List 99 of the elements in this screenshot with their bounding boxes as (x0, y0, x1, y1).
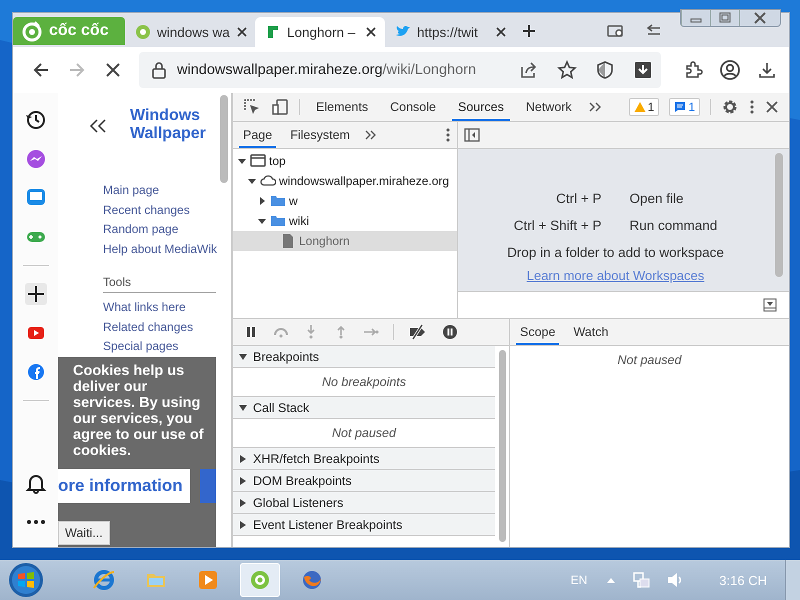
messenger-icon[interactable] (24, 148, 46, 170)
share-icon[interactable] (519, 60, 539, 80)
pane-header[interactable]: Call Stack (233, 397, 495, 419)
nav-link[interactable]: Random page (103, 220, 231, 240)
expand-arrow-icon (239, 498, 247, 506)
tree-item[interactable]: w (233, 191, 457, 211)
download-icon[interactable] (757, 60, 777, 80)
drawer-icon[interactable] (763, 298, 777, 312)
browser-icon (92, 568, 116, 592)
tree-item[interactable]: top (233, 151, 457, 171)
tab-title: Longhorn – (287, 24, 356, 40)
nav-link[interactable]: Help about MediaWik (103, 240, 231, 260)
navigator-tab[interactable]: Filesystem (286, 122, 354, 148)
warning-icon (634, 101, 646, 113)
close-icon[interactable] (495, 26, 507, 38)
site-title[interactable]: Windows (130, 107, 206, 125)
file-icon (280, 233, 296, 249)
site-title[interactable]: Wallpaper (130, 125, 206, 143)
devtools-tab[interactable]: Console (384, 93, 442, 121)
address-field[interactable]: windowswallpaper.miraheze.org/wiki/Longhorn (139, 52, 661, 88)
messages-badge[interactable]: 1 (669, 98, 700, 116)
more-tabs-icon[interactable] (588, 100, 602, 114)
folder-icon (270, 213, 286, 229)
devtools-tab[interactable]: Elements (310, 93, 374, 121)
expand-arrow-icon[interactable] (257, 196, 267, 206)
more-tabs-icon[interactable] (364, 129, 376, 141)
tab-title: https://twit (417, 24, 479, 40)
device-icon[interactable] (271, 98, 289, 116)
kebab-menu-icon[interactable] (445, 127, 451, 143)
download-icon[interactable] (633, 60, 653, 80)
close-icon[interactable] (236, 26, 248, 38)
tree-item[interactable]: wiki (233, 211, 457, 231)
collapse-arrow-icon (239, 352, 247, 360)
message-icon (674, 101, 686, 113)
browser-tab[interactable]: windows wa (125, 17, 255, 47)
flag-icon (265, 24, 281, 40)
shortcut-action: Open file (630, 191, 685, 206)
pane-header[interactable]: XHR/fetch Breakpoints (233, 448, 495, 470)
tool-link[interactable]: Related changes (103, 318, 231, 338)
bell-icon[interactable] (24, 472, 46, 494)
media-player-icon (196, 568, 220, 592)
sidebar-tab[interactable]: Watch (569, 319, 612, 345)
collapse-icon[interactable] (88, 117, 108, 135)
devtools-tab[interactable]: Network (520, 93, 578, 121)
tool-link[interactable]: What links here (103, 298, 231, 318)
show-navigator-icon[interactable] (464, 127, 480, 143)
pause-exceptions-icon[interactable] (442, 324, 458, 340)
lock-icon (151, 61, 167, 79)
navigator-tab[interactable]: Page (239, 122, 276, 148)
deactivate-breakpoints-icon[interactable] (408, 324, 428, 340)
browser-icon (300, 568, 324, 592)
nav-link[interactable]: Main page (103, 181, 231, 201)
browser-tab[interactable]: https://twit (385, 17, 515, 47)
scrollbar-thumb[interactable] (499, 350, 506, 542)
pane-header[interactable]: DOM Breakpoints (233, 470, 495, 492)
status-tooltip: Waiti... (58, 521, 110, 545)
expand-arrow-icon (239, 476, 247, 484)
collapse-arrow-icon[interactable] (257, 216, 267, 226)
shield-icon[interactable] (595, 60, 615, 80)
star-icon[interactable] (557, 60, 577, 80)
close-icon[interactable] (765, 100, 779, 114)
warnings-badge[interactable]: 1 (628, 98, 660, 116)
pane-header[interactable]: Breakpoints (233, 346, 495, 368)
close-icon[interactable] (365, 26, 377, 38)
shortcut-keys: Ctrl + P (514, 191, 602, 206)
inspect-icon[interactable] (243, 98, 261, 116)
new-tab-icon[interactable] (521, 23, 537, 39)
nav-link[interactable]: Recent changes (103, 200, 231, 220)
tools-heading: Tools (103, 274, 216, 293)
collapse-arrow-icon (239, 404, 247, 412)
expand-arrow-icon (239, 520, 247, 528)
frame-icon (250, 153, 266, 169)
browser-icon (248, 568, 272, 592)
pane-header[interactable]: Global Listeners (233, 492, 495, 514)
more-information-button[interactable]: ore information (58, 469, 190, 503)
expand-arrow-icon (239, 454, 247, 462)
logo-text: cốc cốc (49, 22, 109, 40)
tree-item[interactable]: windowswallpaper.miraheze.org (233, 171, 457, 191)
leaf-icon (135, 24, 151, 40)
history-icon[interactable] (24, 109, 46, 131)
logo-icon (21, 20, 43, 42)
tab-title: windows wa (157, 24, 230, 40)
shortcut-action: Run command (630, 218, 718, 233)
add-icon[interactable] (24, 283, 46, 305)
tree-item[interactable]: Longhorn (233, 231, 457, 251)
profile-icon[interactable] (719, 59, 741, 81)
tool-link[interactable]: Special pages (103, 337, 231, 357)
kebab-menu-icon[interactable] (749, 99, 755, 115)
browser-tab[interactable]: Longhorn – (255, 17, 385, 47)
settings-icon[interactable] (721, 98, 739, 116)
scrollbar-thumb[interactable] (775, 153, 783, 277)
folder-icon (270, 193, 286, 209)
drop-hint: Drop in a folder to add to workspace (507, 245, 724, 260)
pane-header[interactable]: Event Listener Breakpoints (233, 514, 495, 536)
search-tabs-icon[interactable] (607, 23, 625, 39)
scrollbar-thumb[interactable] (220, 95, 228, 183)
start-button-icon[interactable] (8, 562, 44, 598)
cookie-text: Cookies help us deliver our services. By using our services, you agree to our use of cookies. (72, 362, 205, 459)
shortcut-keys: Ctrl + Shift + P (514, 218, 602, 233)
